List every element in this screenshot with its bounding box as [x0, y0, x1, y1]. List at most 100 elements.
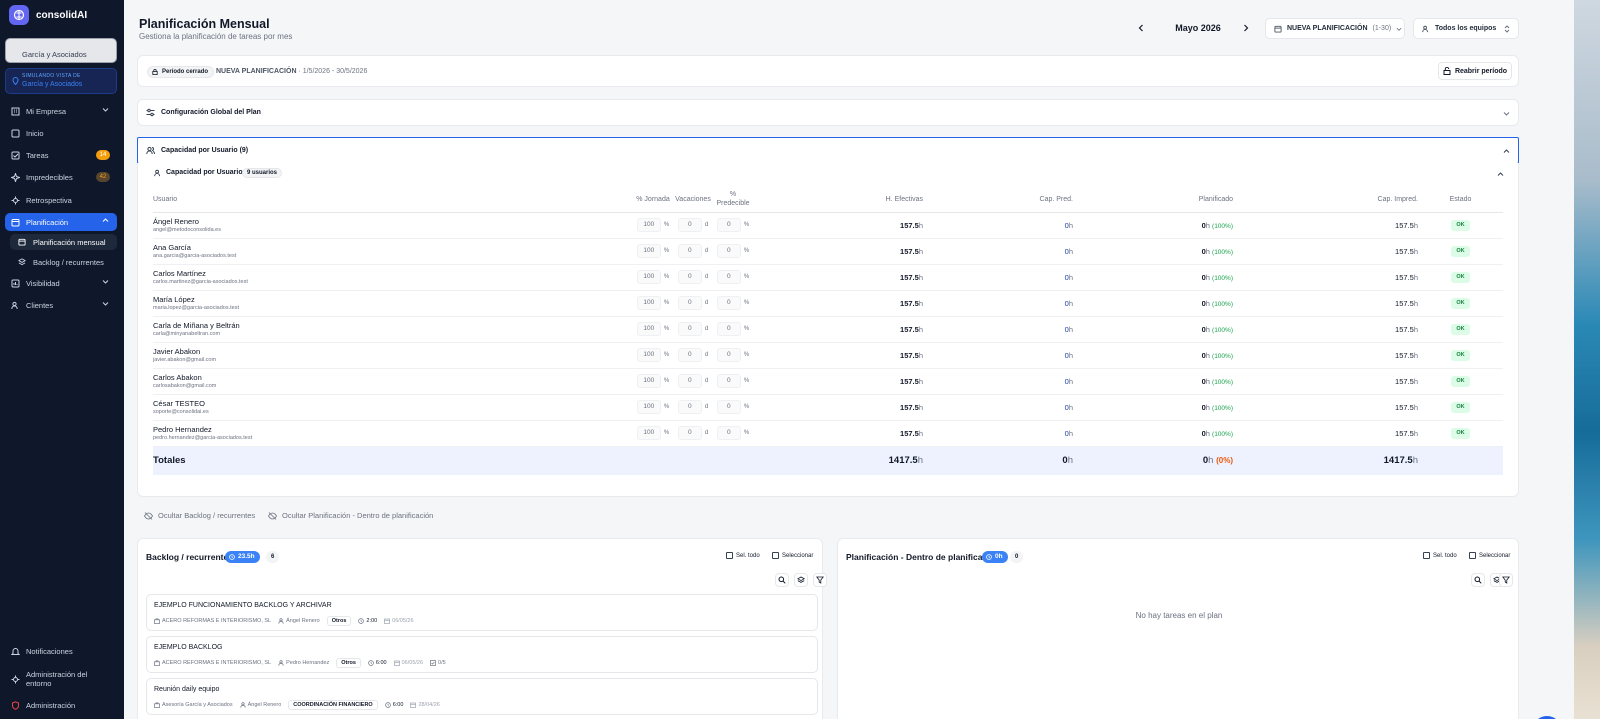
- period-dates: · 1/5/2026 - 30/5/2026: [296, 68, 368, 75]
- checkbox[interactable]: [1423, 552, 1430, 559]
- sidebar-item-administracion[interactable]: Administración: [5, 696, 117, 714]
- planning-column: Planificación - Dentro de planificación …: [837, 538, 1519, 719]
- capacity-section-header[interactable]: Capacidad por Usuario (9): [137, 137, 1519, 164]
- app-logo[interactable]: consolidAI: [9, 5, 87, 25]
- cap-impred-cell: 157.5h: [1233, 394, 1418, 421]
- vac-input[interactable]: 0: [677, 218, 702, 232]
- pred-input[interactable]: 0: [716, 218, 741, 232]
- jornada-input[interactable]: 100: [636, 218, 661, 232]
- pred-input[interactable]: 0: [716, 374, 741, 388]
- cimp-value: 157.5: [1395, 246, 1414, 256]
- h-efectivas-cell: 157.5h: [753, 342, 923, 369]
- search-button[interactable]: [1471, 573, 1485, 587]
- pred-input[interactable]: 0: [716, 426, 741, 440]
- checkbox[interactable]: [1469, 552, 1476, 559]
- sidebar-item-impredecibles[interactable]: Impredecibles 42: [5, 168, 117, 186]
- backlog-task-card[interactable]: Reunión daily equipo Asesoría García y As…: [146, 678, 818, 715]
- cap-impred-cell: 157.5h: [1233, 264, 1418, 291]
- jornada-input[interactable]: 100: [636, 374, 661, 388]
- vac-input[interactable]: 0: [677, 296, 702, 310]
- jornada-input[interactable]: 100: [636, 400, 661, 414]
- checkbox[interactable]: [772, 552, 779, 559]
- filter-button[interactable]: [1499, 573, 1513, 587]
- cap-pred-cell: 0h: [923, 342, 1073, 369]
- backlog-task-card[interactable]: EJEMPLO FUNCIONAMIENTO BACKLOG Y ARCHIVA…: [146, 594, 818, 631]
- filter-button[interactable]: [813, 573, 827, 587]
- sidebar-item-notificaciones[interactable]: Notificaciones: [5, 642, 117, 660]
- unit-label: %: [663, 274, 670, 280]
- plan-pct: (100%): [1212, 326, 1233, 334]
- jornada-input[interactable]: 100: [636, 270, 661, 284]
- pred-input[interactable]: 0: [716, 348, 741, 362]
- logo-mark-icon: [9, 5, 29, 25]
- sidebar-item-clientes[interactable]: Clientes: [5, 296, 117, 314]
- sidebar-item-mi-empresa[interactable]: Mi Empresa: [5, 102, 117, 120]
- status-badge: OK: [1451, 402, 1470, 413]
- checkbox[interactable]: [726, 552, 733, 559]
- vac-input[interactable]: 0: [677, 270, 702, 284]
- sidebar-item-visibilidad[interactable]: Visibilidad: [5, 274, 117, 292]
- pred-input[interactable]: 0: [716, 322, 741, 336]
- jornada-input[interactable]: 100: [636, 244, 661, 258]
- sidebar-item-backlog-recurrentes[interactable]: Backlog / recurrentes: [10, 254, 117, 270]
- vac-input[interactable]: 0: [677, 400, 702, 414]
- search-button[interactable]: [775, 573, 789, 587]
- hef-value: 157.5: [900, 402, 919, 412]
- capacity-row: Carla de Miñana y Beltrán carla@minyanabe…: [153, 316, 1503, 343]
- jornada-input[interactable]: 100: [636, 322, 661, 336]
- sidebar-item-retrospectiva[interactable]: Retrospectiva: [5, 191, 117, 209]
- sidebar-item-planificacion-mensual[interactable]: Planificación mensual: [10, 234, 117, 250]
- vac-input[interactable]: 0: [677, 322, 702, 336]
- pred-input[interactable]: 0: [716, 400, 741, 414]
- app-name: consolidAI: [36, 9, 88, 21]
- sidebar-item-administracion-entorno[interactable]: Administración del entorno: [5, 667, 117, 691]
- totals-cap-impred: 1417.5h: [1233, 446, 1418, 475]
- user-email: soporte@consolidai.es: [153, 409, 209, 415]
- user-name: Pedro Hernandez: [153, 425, 212, 434]
- jornada-input[interactable]: 100: [636, 348, 661, 362]
- pred-input[interactable]: 0: [716, 244, 741, 258]
- cap-impred-cell: 157.5h: [1233, 238, 1418, 265]
- toggle-backlog-button[interactable]: Ocultar Backlog / recurrentes: [144, 511, 255, 520]
- global-config-section[interactable]: Configuración Global del Plan: [137, 99, 1519, 126]
- planning-select[interactable]: Seleccionar: [1469, 552, 1510, 559]
- reopen-period-button[interactable]: Reabrir período: [1438, 62, 1512, 80]
- next-month-button[interactable]: [1242, 23, 1250, 33]
- team-selector[interactable]: Todos los equipos: [1413, 18, 1519, 39]
- unit-label: d: [704, 248, 709, 254]
- pred-input[interactable]: 0: [716, 270, 741, 284]
- jornada-input[interactable]: 100: [636, 426, 661, 440]
- cap-pred-cell: 0h: [923, 368, 1073, 395]
- sidebar-item-planificacion[interactable]: Planificación: [5, 213, 117, 231]
- toggle-planning-button[interactable]: Ocultar Planificación - Dentro de planif…: [268, 511, 433, 520]
- hours-unit: h: [1067, 455, 1073, 467]
- sidebar-item-tareas[interactable]: Tareas 14: [5, 146, 117, 164]
- user-icon: [278, 618, 284, 624]
- previous-month-button[interactable]: [1137, 23, 1145, 33]
- hef-value: 157.5: [900, 220, 919, 230]
- task-date: 06/05/26: [393, 660, 423, 666]
- pred-input[interactable]: 0: [716, 296, 741, 310]
- jornada-cell: 100%: [633, 420, 673, 447]
- jornada-input[interactable]: 100: [636, 296, 661, 310]
- check-square-icon: [10, 150, 20, 160]
- backlog-select[interactable]: Seleccionar: [772, 552, 813, 559]
- plan-selector[interactable]: NUEVA PLANIFICACIÓN (1-30): [1265, 18, 1405, 39]
- backlog-select-all[interactable]: Sel. todo: [726, 552, 760, 559]
- layers-button[interactable]: [794, 573, 808, 587]
- cimp-value: 157.5: [1395, 350, 1414, 360]
- backlog-task-card[interactable]: EJEMPLO BACKLOG ACERO REFORMAS E INTERIOR…: [146, 636, 818, 673]
- company-selector[interactable]: García y Asociados: [5, 38, 117, 63]
- hef-value: 157.5: [900, 324, 919, 334]
- vac-input[interactable]: 0: [677, 374, 702, 388]
- vac-input[interactable]: 0: [677, 348, 702, 362]
- layers-icon: [17, 257, 27, 267]
- chevron-down-icon: [102, 106, 109, 113]
- page-title: Planificación Mensual: [139, 17, 270, 31]
- vac-input[interactable]: 0: [677, 426, 702, 440]
- planning-select-all[interactable]: Sel. todo: [1423, 552, 1457, 559]
- chevron-up-icon[interactable]: [1497, 171, 1504, 178]
- users-icon: [1422, 25, 1430, 33]
- sidebar-item-inicio[interactable]: Inicio: [5, 124, 117, 142]
- vac-input[interactable]: 0: [677, 244, 702, 258]
